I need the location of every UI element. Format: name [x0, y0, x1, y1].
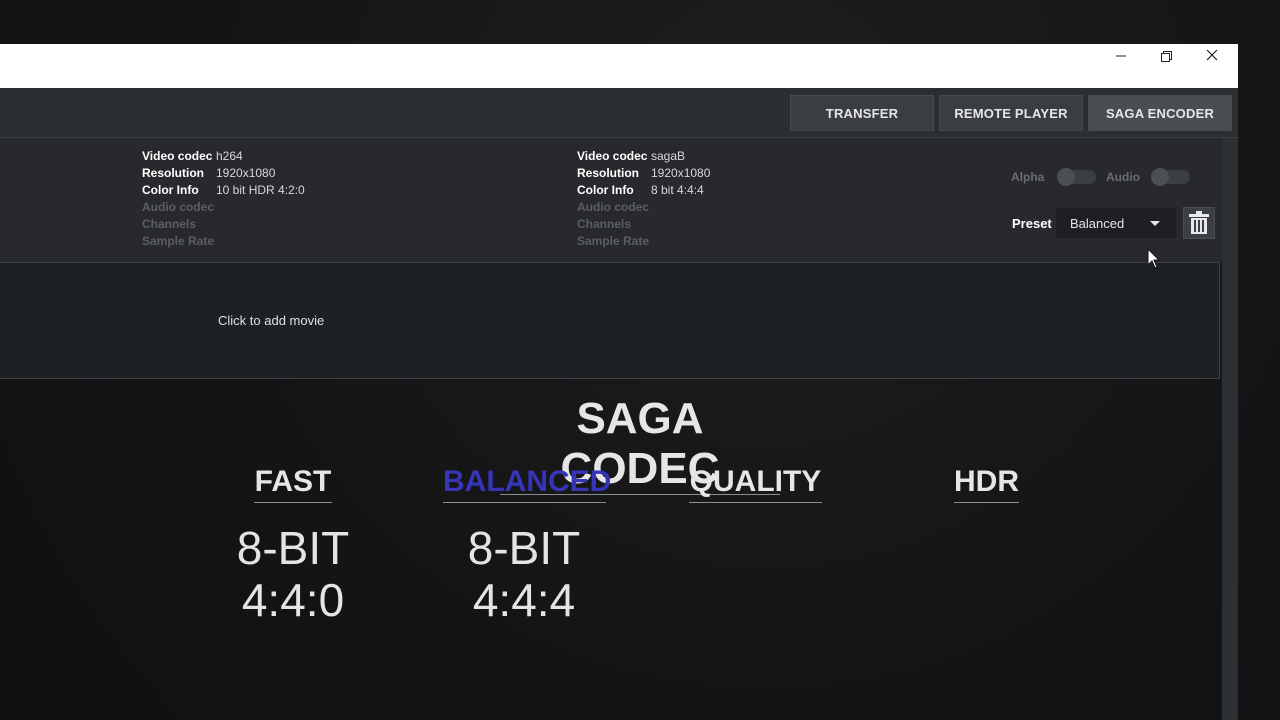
label: Color Info [142, 183, 199, 197]
add-movie-label[interactable]: Click to add movie [218, 313, 324, 328]
source-resolution: 1920x1080 [216, 166, 276, 180]
label: Channels [577, 217, 632, 231]
output-resolution: 1920x1080 [651, 166, 711, 180]
label: Channels [142, 217, 197, 231]
source-video-codec: h264 [216, 149, 243, 163]
mode-fast: FAST [254, 462, 332, 503]
label: Video codec [142, 149, 213, 163]
label: Sample Rate [142, 234, 215, 248]
close-button[interactable] [1189, 44, 1235, 68]
balanced-sampling: 4:4:4 [472, 574, 576, 626]
mode-quality: QUALITY [689, 462, 822, 503]
scrollbar[interactable] [1222, 138, 1238, 720]
source-color-info: 10 bit HDR 4:2:0 [216, 183, 305, 197]
minimize-button[interactable] [1098, 44, 1144, 68]
label: Sample Rate [577, 234, 650, 248]
saga-encoder-button[interactable]: SAGA ENCODER [1088, 95, 1232, 131]
label: Video codec [577, 149, 648, 163]
alpha-toggle[interactable] [1057, 168, 1096, 186]
alpha-label: Alpha [1011, 170, 1045, 184]
close-icon [1206, 49, 1218, 61]
toggle-knob [1057, 168, 1075, 186]
audio-toggle[interactable] [1151, 168, 1190, 186]
movie-drop-zone[interactable] [0, 262, 1220, 379]
mode-hdr: HDR [954, 462, 1019, 503]
delete-button[interactable] [1183, 207, 1215, 239]
label: Audio codec [577, 200, 650, 214]
restore-button[interactable] [1143, 44, 1189, 68]
output-info: Video codec sagaB Resolution 1920x1080 Col… [577, 148, 710, 250]
fast-sampling: 4:4:0 [241, 574, 345, 626]
label: Color Info [577, 183, 634, 197]
chevron-down-icon [1150, 221, 1160, 226]
info-panel: Video codec h264 Resolution 1920x1080 Colo… [0, 138, 1222, 262]
source-info: Video codec h264 Resolution 1920x1080 Colo… [142, 148, 305, 250]
window-title-bar[interactable] [0, 44, 1238, 88]
toggle-knob [1151, 168, 1169, 186]
mouse-cursor-icon [1147, 248, 1161, 269]
label: Audio codec [142, 200, 215, 214]
preset-dropdown[interactable]: Balanced [1056, 208, 1176, 238]
preset-label: Preset [1012, 216, 1052, 231]
balanced-bit-depth: 8-BIT [467, 522, 581, 574]
trash-icon [1189, 211, 1209, 234]
audio-label: Audio [1106, 170, 1140, 184]
fast-bit-depth: 8-BIT [236, 522, 350, 574]
remote-player-button[interactable]: REMOTE PLAYER [939, 95, 1083, 131]
preset-value: Balanced [1070, 215, 1125, 231]
mode-balanced: BALANCED [443, 462, 611, 503]
restore-icon [1161, 51, 1172, 62]
output-color-info: 8 bit 4:4:4 [651, 183, 704, 197]
label: Resolution [577, 166, 639, 180]
label: Resolution [142, 166, 204, 180]
top-toolbar: TRANSFER REMOTE PLAYER SAGA ENCODER [0, 88, 1238, 138]
transfer-button[interactable]: TRANSFER [790, 95, 934, 131]
output-video-codec: sagaB [651, 149, 686, 163]
minimize-icon [1116, 55, 1126, 57]
